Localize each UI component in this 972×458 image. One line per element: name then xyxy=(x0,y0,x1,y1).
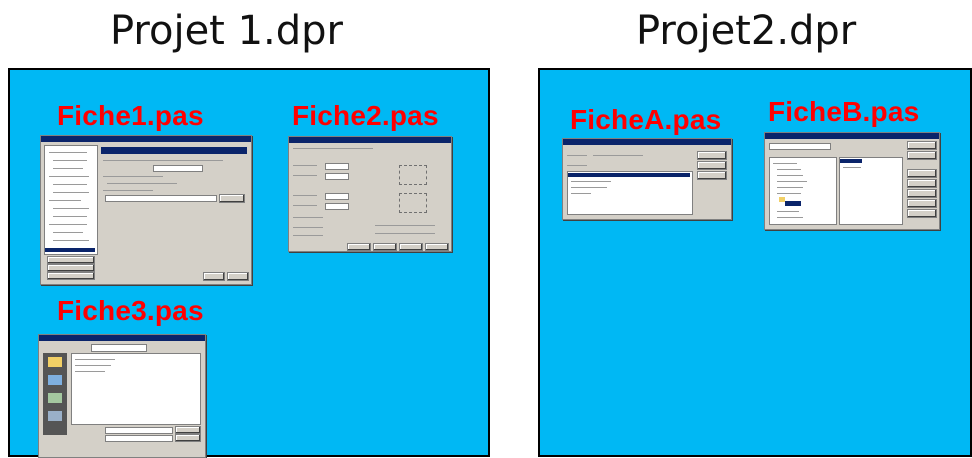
form-label-fiche2: Fiche2.pas xyxy=(292,100,439,131)
computer-icon xyxy=(48,411,62,421)
project-1-panel: Fiche1.pas Fiche2.pas Fiche3.pas xyxy=(8,68,490,458)
ficheb-window-thumbnail xyxy=(764,132,940,230)
project-2-panel: FicheA.pas FicheB.pas xyxy=(538,68,972,457)
desktop-icon xyxy=(48,375,62,385)
fiche1-window-thumbnail xyxy=(40,135,252,285)
form-label-fiche1: Fiche1.pas xyxy=(57,100,204,131)
form-label-fiche3: Fiche3.pas xyxy=(57,295,204,326)
folder-icon xyxy=(48,357,62,367)
directory-tree xyxy=(769,157,837,225)
form-label-ficheb: FicheB.pas xyxy=(768,96,920,127)
project-1-title: Projet 1.dpr xyxy=(110,8,343,54)
form-label-fichea: FicheA.pas xyxy=(570,104,722,135)
fiche2-window-thumbnail xyxy=(288,136,452,252)
documents-icon xyxy=(48,393,62,403)
options-header xyxy=(101,147,247,154)
fichea-window-thumbnail xyxy=(562,138,732,220)
project-2-title: Projet2.dpr xyxy=(636,8,857,54)
fiche3-window-thumbnail xyxy=(38,334,206,458)
file-list xyxy=(71,353,201,425)
